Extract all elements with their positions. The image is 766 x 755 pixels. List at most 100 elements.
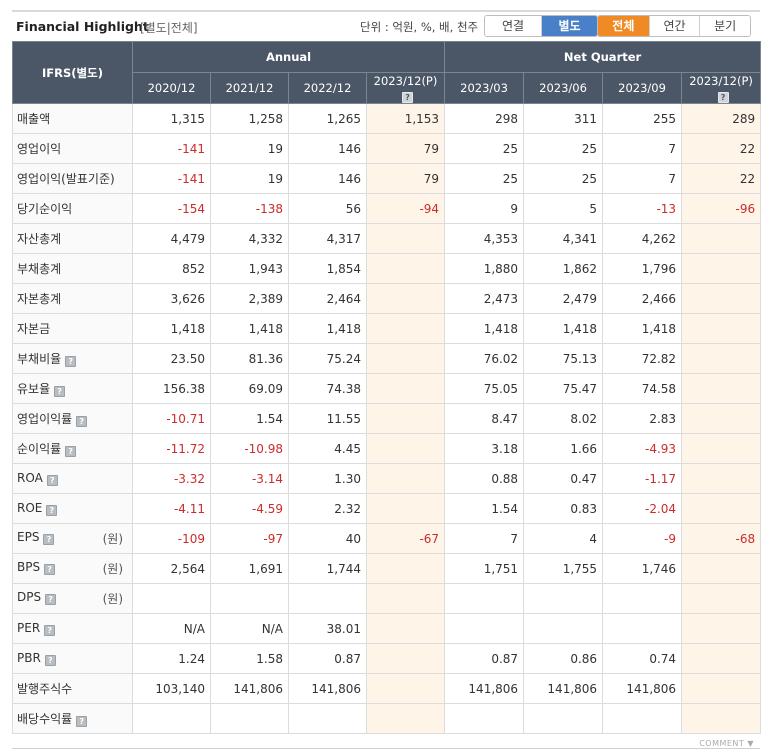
value-cell [602, 613, 683, 644]
value-cell [681, 373, 762, 404]
value-cell: 22 [681, 133, 762, 164]
help-icon[interactable]: ? [45, 594, 57, 605]
help-icon[interactable]: ? [44, 655, 56, 666]
column-header-label: 2020/12 [147, 81, 196, 95]
column-header: 2023/06 [523, 72, 604, 104]
table-row: 자본금 1,418 1,418 1,418 1,418 1,418 1,418 [12, 313, 762, 344]
value-cell [681, 673, 762, 704]
value-cell: 141,806 [288, 673, 367, 704]
value-cell: 3,626 [132, 283, 211, 314]
help-icon[interactable]: ? [717, 91, 729, 103]
value-cell: -141 [132, 163, 211, 194]
value-cell: 4 [523, 523, 604, 554]
value-cell: 1,315 [132, 103, 211, 134]
value-cell: 1,418 [288, 313, 367, 344]
value-cell: -68 [681, 523, 762, 554]
row-label-cell: 영업이익 [12, 133, 133, 164]
value-cell: 3.18 [444, 433, 525, 464]
row-label: 당기순이익 [17, 202, 73, 216]
value-cell: -9 [602, 523, 683, 554]
table-row: 영업이익(발표기준) -141 19 146 79 25 25 7 22 [12, 163, 762, 194]
period-quarter-button[interactable]: 분기 [699, 16, 750, 36]
value-cell: 1,418 [210, 313, 289, 344]
value-cell [602, 583, 683, 614]
highlight-header: Financial Highlight [별도|전체] 단위 : 억원, %, … [12, 10, 760, 40]
value-cell: 79 [365, 133, 446, 164]
table-row: 자본총계 3,626 2,389 2,464 2,473 2,479 2,466 [12, 283, 762, 314]
value-cell [365, 643, 446, 674]
value-cell: -3.32 [132, 463, 211, 494]
value-cell: N/A [132, 613, 211, 644]
row-label: 부채총계 [17, 262, 62, 276]
help-icon[interactable]: ? [44, 564, 56, 575]
value-cell [602, 703, 683, 734]
value-cell: 2,466 [602, 283, 683, 314]
value-cell [365, 673, 446, 704]
row-label-cell: 자본총계 [12, 283, 133, 314]
value-cell [365, 463, 446, 494]
value-cell: -10.98 [210, 433, 289, 464]
help-icon[interactable]: ? [46, 505, 58, 516]
value-cell: 75.13 [523, 343, 604, 374]
row-label: BPS [17, 560, 41, 574]
period-annual-button[interactable]: 연간 [648, 16, 700, 36]
basis-consolidated-button[interactable]: 연결 [485, 16, 541, 36]
value-cell [365, 613, 446, 644]
table-row: 자산총계 4,479 4,332 4,317 4,353 4,341 4,262 [12, 223, 762, 254]
column-header-label: 2023/06 [539, 81, 587, 95]
help-icon[interactable]: ? [402, 91, 414, 103]
value-cell: 1,943 [210, 253, 289, 284]
value-cell: 1,418 [602, 313, 683, 344]
column-header: 2023/12(P)? [365, 72, 446, 104]
value-cell: 74.38 [288, 373, 367, 404]
column-header-label: 2021/12 [225, 81, 274, 95]
value-cell: 7 [602, 133, 683, 164]
help-icon[interactable]: ? [43, 534, 55, 545]
value-cell: 141,806 [210, 673, 289, 704]
help-icon[interactable]: ? [46, 475, 58, 486]
value-cell [365, 433, 446, 464]
table-row: PER? N/A N/A 38.01 [12, 613, 762, 644]
row-label: 매출액 [17, 112, 51, 126]
row-label: 배당수익률 [17, 712, 73, 726]
value-cell: 1,751 [444, 553, 525, 584]
value-cell: 2,464 [288, 283, 367, 314]
value-cell: 38.01 [288, 613, 367, 644]
value-cell: 25 [523, 133, 604, 164]
period-all-button[interactable]: 전체 [598, 16, 649, 36]
value-cell [523, 583, 604, 614]
table-row: ROE? -4.11 -4.59 2.32 1.54 0.83 -2.04 [12, 493, 762, 524]
help-icon[interactable]: ? [65, 356, 77, 367]
value-cell [444, 613, 525, 644]
value-cell: 25 [444, 133, 525, 164]
value-cell [288, 703, 367, 734]
help-icon[interactable]: ? [65, 446, 77, 457]
value-cell [365, 553, 446, 584]
basis-separate-button[interactable]: 별도 [541, 16, 597, 36]
basis-toggle: 연결 별도 [484, 15, 598, 37]
help-icon[interactable]: ? [76, 416, 88, 427]
help-icon[interactable]: ? [44, 625, 56, 636]
row-label-cell: 영업이익(발표기준) [12, 163, 133, 194]
value-cell: 79 [365, 163, 446, 194]
table-row: 당기순이익 -154 -138 56 -94 9 5 -13 -96 [12, 193, 762, 224]
row-label: 영업이익률 [17, 412, 73, 426]
table-row: EPS? (원) -109 -97 40 -67 7 4 -9 -68 [12, 523, 762, 554]
value-cell: 1.54 [210, 403, 289, 434]
value-cell: 8.02 [523, 403, 604, 434]
comment-toggle[interactable]: COMMENT ▼ [699, 739, 754, 748]
value-cell: 4,353 [444, 223, 525, 254]
value-cell: 25 [444, 163, 525, 194]
value-cell: 289 [681, 103, 762, 134]
help-icon[interactable]: ? [76, 716, 88, 727]
value-cell [365, 283, 446, 314]
value-cell [444, 583, 525, 614]
value-cell [132, 703, 211, 734]
annual-group-header: Annual [131, 41, 446, 73]
value-cell: 75.24 [288, 343, 367, 374]
table-row: 배당수익률? [12, 703, 762, 734]
column-header: 2020/12 [132, 72, 211, 104]
value-cell: 141,806 [444, 673, 525, 704]
financial-table: IFRS(별도) Annual Net Quarter 2020/12 2021/… [12, 41, 762, 734]
help-icon[interactable]: ? [54, 386, 66, 397]
